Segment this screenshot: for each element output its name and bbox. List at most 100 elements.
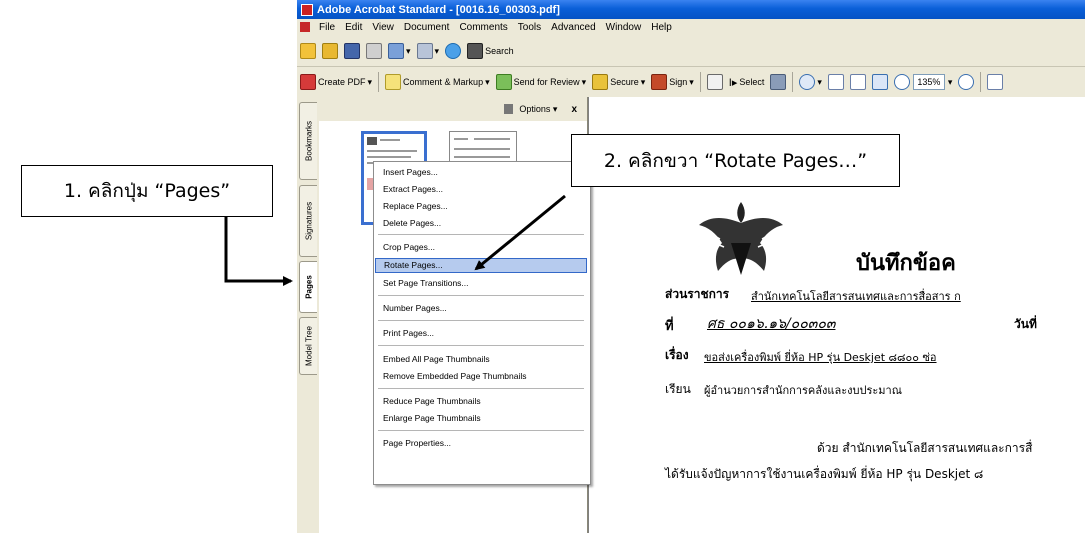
folder-open-icon bbox=[300, 43, 316, 59]
step1-callout: 1. คลิกปุ่ม “Pages” bbox=[21, 165, 273, 217]
fit-width-button[interactable] bbox=[869, 71, 891, 93]
chevron-down-icon: ▾ bbox=[485, 76, 490, 87]
tasks-toolbar: Create PDF ▾ Comment & Markup ▾ Send for R… bbox=[297, 67, 1085, 98]
menu-enlarge-thumbnails[interactable]: Enlarge Page Thumbnails bbox=[375, 411, 587, 426]
document-menu-icon[interactable] bbox=[300, 22, 310, 32]
search-button[interactable]: Search bbox=[464, 40, 517, 62]
panel-header: Options ▾ x bbox=[319, 97, 587, 121]
step1-arrow bbox=[224, 217, 293, 286]
zoom-level-field[interactable]: 135% bbox=[912, 74, 945, 90]
send-review-button[interactable]: Send for Review ▾ bbox=[493, 71, 590, 93]
title-bar: Adobe Acrobat Standard - [0016.16_00303.… bbox=[297, 0, 1085, 19]
toolbar-divider bbox=[378, 72, 380, 92]
options-button[interactable]: Options ▾ bbox=[519, 104, 557, 115]
rotate-view-button[interactable] bbox=[984, 71, 1006, 93]
select-label: Select bbox=[739, 77, 765, 87]
subject-value: ขอส่งเครื่องพิมพ์ ยี่ห้อ HP รุ่น Deskjet… bbox=[704, 351, 937, 364]
thumbnail-line bbox=[474, 138, 510, 140]
menu-divider bbox=[378, 234, 584, 235]
tab-signatures[interactable]: Signatures bbox=[299, 185, 317, 257]
tab-bookmarks[interactable]: Bookmarks bbox=[299, 102, 317, 180]
hand-tool-button[interactable] bbox=[704, 71, 726, 93]
toolbar-divider bbox=[699, 72, 701, 92]
actual-size-button[interactable] bbox=[825, 71, 847, 93]
menu-advanced[interactable]: Advanced bbox=[546, 22, 600, 33]
menu-divider bbox=[378, 320, 584, 321]
select-tool-button[interactable]: I▸ Select bbox=[726, 71, 768, 93]
create-pdf-button[interactable]: Create PDF ▾ bbox=[297, 71, 375, 93]
zoom-tool-button[interactable]: ▾ bbox=[796, 71, 825, 93]
actual-size-icon bbox=[827, 74, 844, 90]
magnifier-icon bbox=[799, 74, 816, 90]
menu-bar: File Edit View Document Comments Tools A… bbox=[297, 19, 1085, 35]
menu-window[interactable]: Window bbox=[601, 22, 647, 33]
close-panel-button[interactable]: x bbox=[571, 104, 577, 115]
tab-model-tree[interactable]: Model Tree bbox=[299, 317, 317, 375]
menu-delete-pages[interactable]: Delete Pages... bbox=[375, 216, 587, 231]
trash-icon[interactable] bbox=[504, 104, 514, 114]
acrobat-app-icon bbox=[301, 3, 313, 16]
agency-value: สำนักเทคโนโลยีสารสนเทศและการสื่อสาร ก bbox=[751, 290, 961, 303]
zoom-in-button[interactable] bbox=[955, 71, 977, 93]
web-button[interactable] bbox=[442, 40, 464, 62]
body-line-2: ได้รับแจ้งปัญหาการใช้งานเครื่องพิมพ์ ยี่… bbox=[665, 467, 984, 481]
memo-heading: บันทึกข้อค bbox=[856, 251, 956, 276]
menu-print-pages[interactable]: Print Pages... bbox=[375, 326, 587, 341]
secure-label: Secure bbox=[610, 77, 639, 87]
email-button[interactable]: ▾ bbox=[385, 40, 414, 62]
menu-edit[interactable]: Edit bbox=[340, 22, 367, 33]
menu-document[interactable]: Document bbox=[399, 22, 455, 33]
tab-model-tree-label: Model Tree bbox=[304, 325, 313, 367]
zoom-dropdown-button[interactable]: ▾ bbox=[945, 71, 956, 93]
menu-page-properties[interactable]: Page Properties... bbox=[375, 436, 587, 451]
text-cursor-icon: I▸ bbox=[728, 76, 738, 89]
tab-pages[interactable]: Pages bbox=[299, 261, 317, 313]
reference-value: ศธ ๐๐๑๖.๑๖/๐๐๓๐๓ bbox=[707, 316, 836, 332]
menu-extract-pages[interactable]: Extract Pages... bbox=[375, 182, 587, 197]
body-line-1: ด้วย สำนักเทคโนโลยีสารสนเทศและการสื่ bbox=[817, 441, 1033, 455]
menu-number-pages[interactable]: Number Pages... bbox=[375, 301, 587, 316]
file-toolbar: ▾ ▾ Search bbox=[297, 36, 1085, 67]
menu-insert-pages[interactable]: Insert Pages... bbox=[375, 165, 587, 180]
thumbnail-line bbox=[454, 138, 468, 140]
open-button[interactable] bbox=[297, 40, 319, 62]
comment-markup-button[interactable]: Comment & Markup ▾ bbox=[382, 71, 493, 93]
chevron-down-icon: ▾ bbox=[817, 76, 822, 87]
menu-crop-pages[interactable]: Crop Pages... bbox=[375, 240, 587, 255]
save-icon bbox=[344, 43, 360, 59]
menu-replace-pages[interactable]: Replace Pages... bbox=[375, 199, 587, 214]
zoom-out-icon bbox=[893, 74, 910, 90]
menu-file[interactable]: File bbox=[314, 22, 340, 33]
attach-button[interactable]: ▾ bbox=[414, 40, 443, 62]
thumbnail-line bbox=[454, 156, 510, 158]
snapshot-button[interactable] bbox=[767, 71, 789, 93]
menu-reduce-thumbnails[interactable]: Reduce Page Thumbnails bbox=[375, 394, 587, 409]
menu-embed-all-thumbnails[interactable]: Embed All Page Thumbnails bbox=[375, 352, 587, 367]
organizer-button[interactable] bbox=[319, 40, 341, 62]
menu-remove-embedded-thumbnails[interactable]: Remove Embedded Page Thumbnails bbox=[375, 369, 587, 384]
menu-set-page-transitions[interactable]: Set Page Transitions... bbox=[375, 276, 587, 291]
send-review-label: Send for Review bbox=[513, 77, 580, 87]
create-pdf-icon bbox=[300, 74, 316, 90]
agency-label: ส่วนราชการ bbox=[665, 287, 730, 301]
search-label: Search bbox=[485, 46, 514, 56]
comment-icon bbox=[385, 74, 402, 90]
menu-help[interactable]: Help bbox=[646, 22, 677, 33]
tab-pages-label: Pages bbox=[304, 275, 313, 299]
chevron-down-icon: ▾ bbox=[581, 76, 587, 87]
secure-button[interactable]: Secure ▾ bbox=[589, 71, 648, 93]
hand-icon bbox=[706, 74, 723, 90]
reference-label: ที่ bbox=[665, 319, 674, 334]
print-button[interactable] bbox=[363, 40, 385, 62]
navigation-tabs: Bookmarks Signatures Pages Model Tree bbox=[297, 97, 320, 533]
menu-rotate-pages[interactable]: Rotate Pages... bbox=[375, 258, 587, 273]
camera-icon bbox=[770, 74, 787, 90]
fit-page-button[interactable] bbox=[847, 71, 869, 93]
save-button[interactable] bbox=[341, 40, 363, 62]
fit-width-icon bbox=[871, 74, 888, 90]
zoom-out-button[interactable] bbox=[891, 71, 913, 93]
sign-button[interactable]: Sign ▾ bbox=[648, 71, 697, 93]
menu-view[interactable]: View bbox=[367, 22, 399, 33]
menu-tools[interactable]: Tools bbox=[513, 22, 546, 33]
menu-comments[interactable]: Comments bbox=[454, 22, 512, 33]
